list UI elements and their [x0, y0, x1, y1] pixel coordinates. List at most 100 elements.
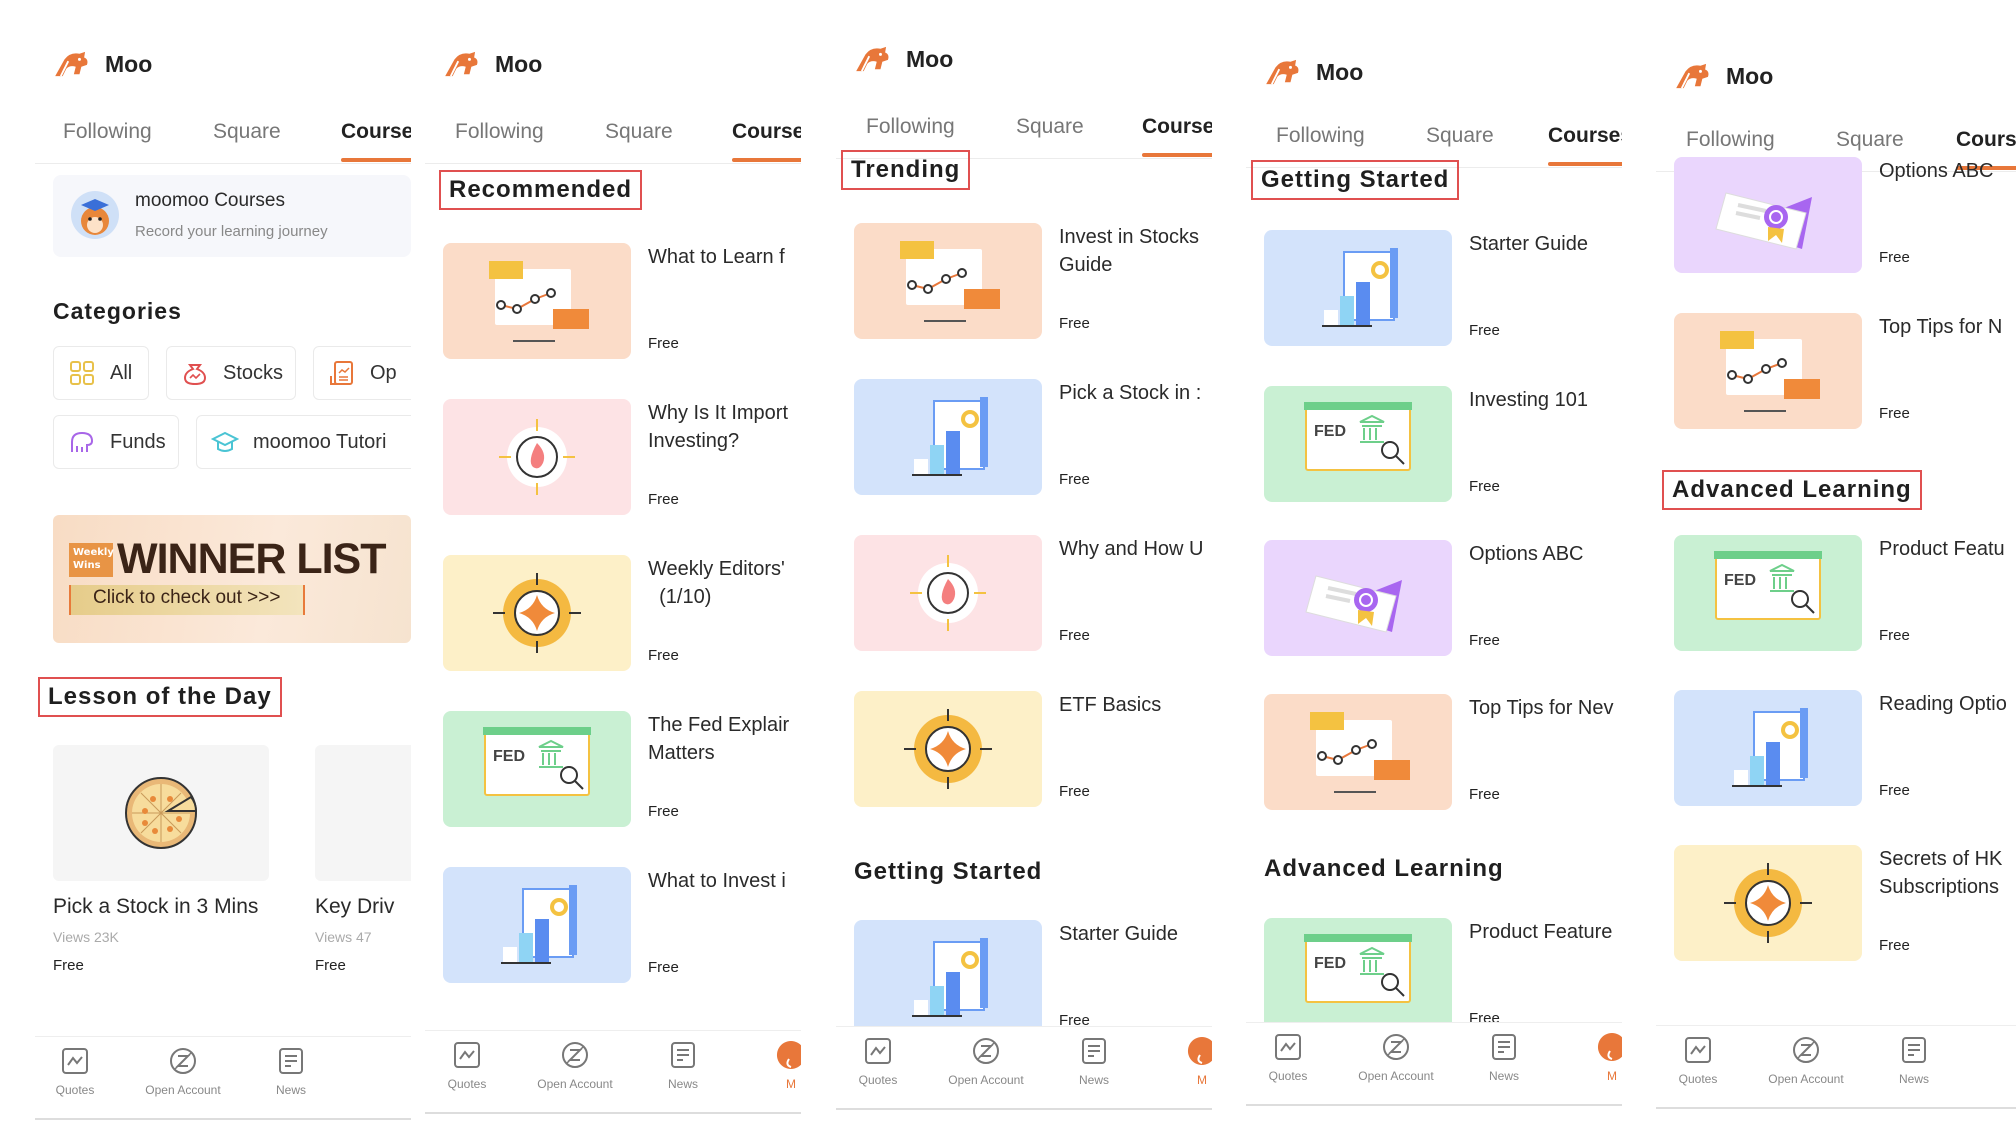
app-title: Moo [105, 50, 153, 77]
lesson-card[interactable]: Key Driv Views 47 Free [315, 745, 411, 974]
green-course-illustration: FED [1304, 934, 1412, 1003]
nav-quotes[interactable]: Quotes [35, 1045, 125, 1097]
yellow-course-illustration [493, 573, 581, 653]
lesson-thumbnail [53, 745, 269, 881]
screen-panel-2: Moo Following Square Courses Recommended… [425, 0, 801, 1120]
course-thumbnail [1264, 694, 1452, 810]
category-all[interactable]: All [53, 346, 149, 400]
nav-me[interactable]: M [741, 1039, 801, 1091]
screen-panel-1: Moo Following Square Courses moomoo Cour… [35, 0, 411, 1120]
category-funds[interactable]: Funds [53, 415, 179, 469]
nav-open-account[interactable]: Open Account [1756, 1034, 1856, 1086]
course-card[interactable]: Pick a Stock in : Free [854, 379, 1212, 497]
open-account-icon [1380, 1031, 1412, 1063]
getting-started-heading: Getting Started [1251, 160, 1460, 200]
course-price: Free [1879, 249, 1910, 266]
course-card[interactable]: Invest in Stocks Guide Free [854, 223, 1212, 341]
course-card[interactable]: What to Learn f Free [443, 243, 801, 361]
category-stocks[interactable]: Stocks [166, 346, 296, 400]
nav-news[interactable]: News [1044, 1035, 1144, 1087]
open-account-icon [167, 1045, 199, 1077]
orange-course-illustration [1310, 712, 1410, 793]
course-card[interactable]: Top Tips for N Free [1674, 313, 2016, 431]
green-course-illustration: FED [1714, 551, 1822, 620]
nav-quotes[interactable]: Quotes [1246, 1031, 1338, 1083]
tab-courses[interactable]: Courses [1142, 115, 1212, 157]
bottom-nav: Quotes Open Account News M [836, 1026, 1212, 1110]
course-card[interactable]: Reading Optio Free [1674, 690, 2016, 808]
winner-list-banner[interactable]: Weekly Wins WINNER LIST Click to check o… [53, 515, 411, 643]
course-card[interactable]: Weekly Editors' (1/10) Free [443, 555, 801, 673]
tab-square[interactable]: Square [1836, 128, 1904, 152]
course-card[interactable]: FED Product Feature Free [1264, 918, 1622, 1036]
course-thumbnail: FED [443, 711, 631, 827]
course-title: What to Learn f [648, 246, 785, 268]
nav-quotes[interactable]: Quotes [1656, 1034, 1748, 1086]
course-card[interactable]: Starter Guide Free [1264, 230, 1622, 348]
nav-open-account[interactable]: Open Account [936, 1035, 1036, 1087]
nav-news[interactable]: News [633, 1039, 733, 1091]
course-thumbnail [854, 535, 1042, 651]
lesson-price: Free [315, 957, 346, 974]
screen-panel-5: Moo Following Square Courses Options ABC… [1656, 0, 2016, 1120]
course-card[interactable]: Top Tips for Nev Free [1264, 694, 1622, 812]
nav-open-account[interactable]: Open Account [133, 1045, 233, 1097]
nav-open-account[interactable]: Open Account [525, 1039, 625, 1091]
course-card[interactable]: FED The Fed Explair Matters Free [443, 711, 801, 829]
tab-following[interactable]: Following [63, 120, 152, 144]
nav-open-account[interactable]: Open Account [1346, 1031, 1446, 1083]
nav-me[interactable]: M [1152, 1035, 1212, 1087]
course-card[interactable]: FED Investing 101 Free [1264, 386, 1622, 504]
tab-square[interactable]: Square [213, 120, 281, 144]
tab-courses[interactable]: Courses [1956, 128, 2016, 170]
chart-icon [451, 1039, 483, 1071]
lesson-card[interactable]: Pick a Stock in 3 Mins Views 23K Free [53, 745, 269, 974]
course-card[interactable]: Starter Guide Free [854, 920, 1212, 1038]
course-thumbnail [443, 555, 631, 671]
open-account-icon [1790, 1034, 1822, 1066]
nav-quotes[interactable]: Quotes [425, 1039, 517, 1091]
course-card[interactable]: Why and How U Free [854, 535, 1212, 653]
course-title: Top Tips for N [1879, 316, 2003, 338]
nav-me[interactable]: M [1562, 1031, 1622, 1083]
course-thumbnail [1674, 690, 1862, 806]
yellow-course-illustration [904, 709, 992, 789]
course-title: Starter Guide [1059, 923, 1178, 945]
category-moomoo-tutorial[interactable]: moomoo Tutori [196, 415, 411, 469]
course-card[interactable]: Secrets of HK Subscriptions Free [1674, 845, 2016, 963]
course-card[interactable]: Options ABC Free [1674, 157, 2016, 275]
tab-courses[interactable]: Courses [1548, 124, 1622, 166]
tab-square[interactable]: Square [1016, 115, 1084, 139]
tab-following[interactable]: Following [1686, 128, 1775, 152]
course-card[interactable]: Options ABC Free [1264, 540, 1622, 658]
tab-square[interactable]: Square [1426, 124, 1494, 148]
course-card[interactable]: Why Is It Import Investing? Free [443, 399, 801, 517]
green-course-illustration: FED [483, 727, 591, 796]
nav-quotes[interactable]: Quotes [836, 1035, 928, 1087]
category-options[interactable]: Op [313, 346, 411, 400]
blue-course-illustration [912, 938, 988, 1017]
nav-news[interactable]: News [1864, 1034, 1964, 1086]
course-card[interactable]: What to Invest i Free [443, 867, 801, 985]
tab-square[interactable]: Square [605, 120, 673, 144]
course-price: Free [648, 803, 679, 820]
nav-news[interactable]: News [241, 1045, 341, 1097]
course-price: Free [1469, 786, 1500, 803]
news-icon [1898, 1034, 1930, 1066]
pink-course-illustration [910, 555, 986, 631]
lesson-of-the-day-heading: Lesson of the Day [38, 677, 282, 717]
me-icon [775, 1039, 801, 1071]
course-card[interactable]: FED Product Featu Free [1674, 535, 2016, 653]
tab-following[interactable]: Following [455, 120, 544, 144]
tab-following[interactable]: Following [1276, 124, 1365, 148]
advanced-learning-heading: Advanced Learning [1264, 855, 1504, 882]
nav-news[interactable]: News [1454, 1031, 1554, 1083]
tab-courses[interactable]: Courses [732, 120, 801, 162]
options-document-icon [330, 361, 353, 385]
moomoo-courses-card[interactable]: moomoo Courses Record your learning jour… [53, 175, 411, 257]
chart-icon [1682, 1034, 1714, 1066]
tab-following[interactable]: Following [866, 115, 955, 139]
tab-courses[interactable]: Courses [341, 120, 411, 162]
course-card[interactable]: ETF Basics Free [854, 691, 1212, 809]
moo-logo-icon [1674, 62, 1712, 90]
